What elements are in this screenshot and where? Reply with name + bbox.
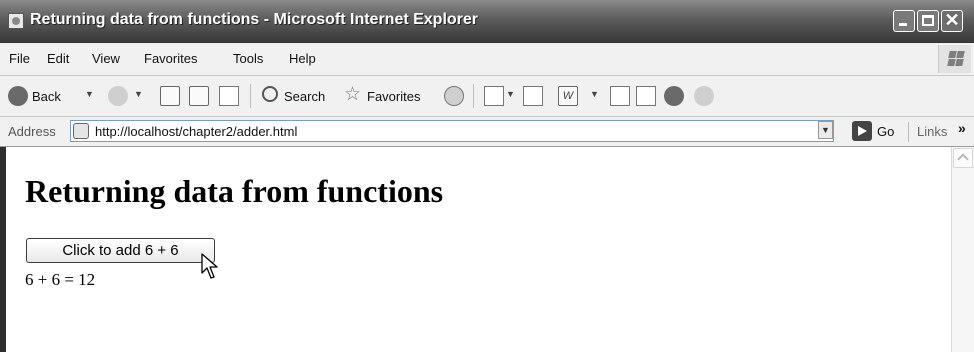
forward-dropdown-icon[interactable]: ▼ (134, 89, 143, 99)
address-dropdown-icon[interactable]: ▼ (818, 121, 833, 139)
mail-dropdown-icon[interactable]: ▼ (506, 89, 515, 99)
back-arrow-icon[interactable] (8, 86, 28, 106)
page-heading: Returning data from functions (25, 173, 444, 209)
print-icon[interactable] (523, 86, 543, 106)
maximize-button[interactable] (917, 10, 939, 32)
add-button[interactable]: Click to add 6 + 6 (26, 238, 215, 263)
search-button-label[interactable]: Search (284, 89, 325, 104)
menu-view[interactable]: View (92, 51, 120, 66)
result-text: 6 + 6 = 12 (25, 270, 96, 289)
links-separator (908, 122, 909, 142)
menu-file[interactable]: File (9, 51, 30, 66)
stop-icon[interactable] (160, 86, 180, 106)
address-label: Address (8, 124, 56, 139)
home-icon[interactable] (219, 86, 239, 106)
address-bar: Address http://localhost/chapter2/adder.… (0, 117, 974, 147)
ie-page-icon (8, 13, 24, 29)
mouse-pointer-icon (201, 253, 218, 279)
ie-page-icon (73, 123, 89, 139)
scroll-up-icon[interactable] (953, 148, 973, 168)
maximize-icon (922, 15, 934, 26)
title-bar: Returning data from functions - Microsof… (0, 0, 974, 43)
toolbar-separator (473, 84, 474, 108)
mail-icon[interactable] (484, 86, 504, 106)
windows-flag-icon (938, 45, 971, 73)
menu-edit[interactable]: Edit (47, 51, 69, 66)
close-icon: ✕ (944, 10, 960, 30)
favorites-button-label[interactable]: Favorites (367, 89, 420, 104)
research-icon[interactable] (636, 86, 656, 106)
toolbar-separator (250, 84, 251, 108)
edit-word-icon[interactable]: W (558, 86, 578, 106)
links-label[interactable]: Links (917, 124, 947, 139)
minimize-icon (899, 23, 907, 26)
browser-window: Returning data from functions - Microsof… (0, 0, 974, 352)
refresh-icon[interactable] (189, 86, 209, 106)
messenger-icon[interactable] (664, 86, 684, 106)
minimize-button[interactable] (893, 10, 915, 32)
address-input[interactable]: http://localhost/chapter2/adder.html (70, 120, 834, 142)
tool-icon[interactable] (694, 86, 714, 106)
go-button-label[interactable]: Go (877, 124, 894, 139)
close-button[interactable]: ✕ (941, 10, 963, 32)
window-title: Returning data from functions - Microsof… (30, 11, 479, 28)
history-icon[interactable] (444, 86, 464, 106)
address-url[interactable]: http://localhost/chapter2/adder.html (95, 124, 297, 139)
vertical-scrollbar[interactable] (951, 147, 974, 352)
back-dropdown-icon[interactable]: ▼ (85, 89, 94, 99)
back-button-label[interactable]: Back (32, 89, 61, 104)
menu-tools[interactable]: Tools (233, 51, 263, 66)
search-icon[interactable] (262, 86, 278, 102)
menu-help[interactable]: Help (289, 51, 316, 66)
page-content: Returning data from functions Click to a… (6, 147, 950, 352)
favorites-star-icon[interactable]: ☆ (344, 85, 364, 106)
edit-dropdown-icon[interactable]: ▼ (590, 89, 599, 99)
menu-favorites[interactable]: Favorites (144, 51, 197, 66)
go-arrow-icon[interactable] (852, 121, 872, 141)
menu-bar: File Edit View Favorites Tools Help (0, 43, 974, 76)
forward-arrow-icon[interactable] (108, 86, 128, 106)
discuss-icon[interactable] (610, 86, 630, 106)
chevron-right-icon[interactable]: » (958, 120, 966, 136)
standard-toolbar: Back ▼ ▼ Search ☆ Favorites ▼ W ▼ (0, 76, 974, 117)
